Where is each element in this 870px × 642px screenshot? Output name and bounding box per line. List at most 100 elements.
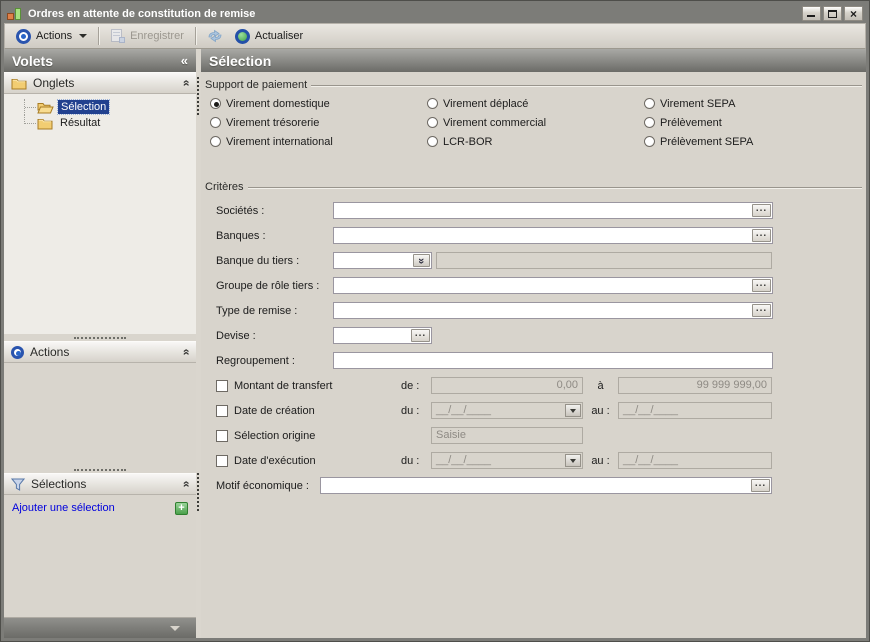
type-remise-browse-button[interactable]: ... — [752, 304, 771, 317]
societes-browse-button[interactable]: ... — [752, 204, 771, 217]
support-group-label: Support de paiement — [205, 79, 311, 91]
banque-tiers-expand-button[interactable]: » — [413, 254, 430, 267]
resize-grip — [197, 77, 199, 115]
motif-field[interactable]: ... — [320, 477, 772, 494]
date-execution-du-label: du : — [401, 455, 428, 467]
collapse-sidebar-button[interactable]: « — [181, 53, 188, 68]
actions-icon — [16, 29, 31, 44]
add-selection-link[interactable]: Ajouter une sélection — [12, 502, 175, 514]
date-creation-checkbox[interactable] — [216, 405, 228, 417]
date-execution-au-label: au : — [583, 455, 618, 467]
panel-resize-handle[interactable] — [196, 49, 201, 638]
banque-tiers-label: Banque du tiers : — [216, 255, 333, 267]
banques-field[interactable]: ... — [333, 227, 773, 244]
chevron-down-icon — [570, 459, 576, 463]
date-creation-label: Date de création — [234, 405, 315, 417]
refresh-button[interactable]: Actualiser — [229, 27, 309, 46]
date-execution-au-value: __/__/____ — [623, 454, 678, 466]
regroupement-row: Regroupement : — [216, 352, 866, 369]
minimize-button[interactable] — [802, 6, 821, 21]
societes-label: Sociétés : — [216, 205, 333, 217]
save-button[interactable]: Enregistrer — [104, 27, 190, 45]
sync-button[interactable] — [201, 27, 229, 45]
date-execution-du-dropdown-button[interactable] — [565, 454, 581, 467]
sidebar-splitter-handle[interactable] — [4, 466, 196, 473]
selection-origine-row: Sélection origine Saisie — [216, 427, 866, 444]
type-remise-label: Type de remise : — [216, 305, 333, 317]
group-divider — [311, 85, 862, 87]
radio-virement-sepa[interactable]: Virement SEPA — [644, 94, 866, 113]
radio-lcr-bor[interactable]: LCR-BOR — [427, 132, 644, 151]
date-creation-du-dropdown-button[interactable] — [565, 404, 581, 417]
radio-virement-tresorerie[interactable]: Virement trésorerie — [210, 113, 427, 132]
folder-icon — [11, 77, 27, 90]
section-selections-header[interactable]: Sélections » — [4, 473, 196, 495]
groupe-role-tiers-browse-button[interactable]: ... — [752, 279, 771, 292]
selection-origine-field-disabled: Saisie — [431, 427, 583, 444]
add-selection-button[interactable]: + — [175, 502, 188, 515]
groupe-role-tiers-field[interactable]: ... — [333, 277, 773, 294]
collapse-onglets-icon[interactable]: » — [179, 80, 193, 87]
societes-field[interactable]: ... — [333, 202, 773, 219]
app-body: Volets « Onglets » — [4, 49, 866, 638]
radio-circle — [210, 98, 221, 109]
radio-label: Prélèvement SEPA — [660, 136, 753, 148]
support-radio-group: Virement domestique Virement trésorerie … — [210, 94, 866, 151]
radio-virement-commercial[interactable]: Virement commercial — [427, 113, 644, 132]
banque-tiers-row: Banque du tiers : » — [216, 252, 866, 269]
save-icon — [110, 29, 125, 43]
date-creation-au-value: __/__/____ — [623, 404, 678, 416]
footer-dropdown-icon[interactable] — [170, 626, 180, 631]
window-title: Ordres en attente de constitution de rem… — [28, 8, 800, 20]
radio-virement-domestique[interactable]: Virement domestique — [210, 94, 427, 113]
type-remise-field[interactable]: ... — [333, 302, 773, 319]
radio-prelevement[interactable]: Prélèvement — [644, 113, 866, 132]
section-onglets-header[interactable]: Onglets » — [4, 72, 196, 94]
banques-row: Banques : ... — [216, 227, 866, 244]
radio-circle — [644, 117, 655, 128]
section-selections-label: Sélections — [31, 477, 176, 491]
regroupement-field[interactable] — [333, 352, 773, 369]
groupe-role-tiers-row: Groupe de rôle tiers : ... — [216, 277, 866, 294]
selection-origine-label: Sélection origine — [234, 430, 315, 442]
collapse-actions-icon[interactable]: » — [179, 349, 193, 356]
radio-label: Virement SEPA — [660, 98, 735, 110]
main-header: Sélection — [201, 49, 866, 72]
devise-browse-button[interactable]: ... — [411, 329, 430, 342]
onglets-tree: Sélection Résultat — [4, 94, 196, 334]
radio-virement-deplace[interactable]: Virement déplacé — [427, 94, 644, 113]
tree-item-selection[interactable]: Sélection — [24, 99, 196, 115]
tree-connector — [24, 99, 36, 115]
tree-item-resultat[interactable]: Résultat — [24, 115, 196, 131]
minimize-icon — [807, 15, 815, 17]
sidebar-splitter-handle[interactable] — [4, 334, 196, 341]
selection-origine-checkbox[interactable] — [216, 430, 228, 442]
actions-menu-button[interactable]: Actions — [10, 27, 93, 46]
radio-circle — [427, 98, 438, 109]
close-button[interactable]: × — [844, 6, 863, 21]
radio-label: Virement international — [226, 136, 333, 148]
radio-prelevement-sepa[interactable]: Prélèvement SEPA — [644, 132, 866, 151]
section-actions-header[interactable]: Actions » — [4, 341, 196, 363]
motif-browse-button[interactable]: ... — [751, 479, 770, 492]
actions-section-body — [4, 363, 196, 466]
date-execution-checkbox[interactable] — [216, 455, 228, 467]
montant-checkbox[interactable] — [216, 380, 228, 392]
montant-row: Montant de transfert de : 0,00 à 99 999 … — [216, 377, 866, 394]
date-creation-du-field-disabled: __/__/____ — [431, 402, 583, 419]
collapse-selections-icon[interactable]: » — [179, 481, 193, 488]
montant-a-label: à — [583, 380, 618, 392]
closed-folder-icon — [37, 117, 53, 130]
devise-field[interactable]: ... — [333, 327, 432, 344]
date-execution-du-value: __/__/____ — [436, 453, 564, 468]
refresh-icon — [235, 29, 250, 44]
section-onglets-label: Onglets — [33, 76, 176, 90]
banque-tiers-combo[interactable]: » — [333, 252, 432, 269]
date-creation-au-field-disabled: __/__/____ — [618, 402, 772, 419]
radio-circle — [210, 117, 221, 128]
societes-row: Sociétés : ... — [216, 202, 866, 219]
radio-circle — [427, 136, 438, 147]
banques-browse-button[interactable]: ... — [752, 229, 771, 242]
maximize-button[interactable] — [823, 6, 842, 21]
radio-virement-international[interactable]: Virement international — [210, 132, 427, 151]
